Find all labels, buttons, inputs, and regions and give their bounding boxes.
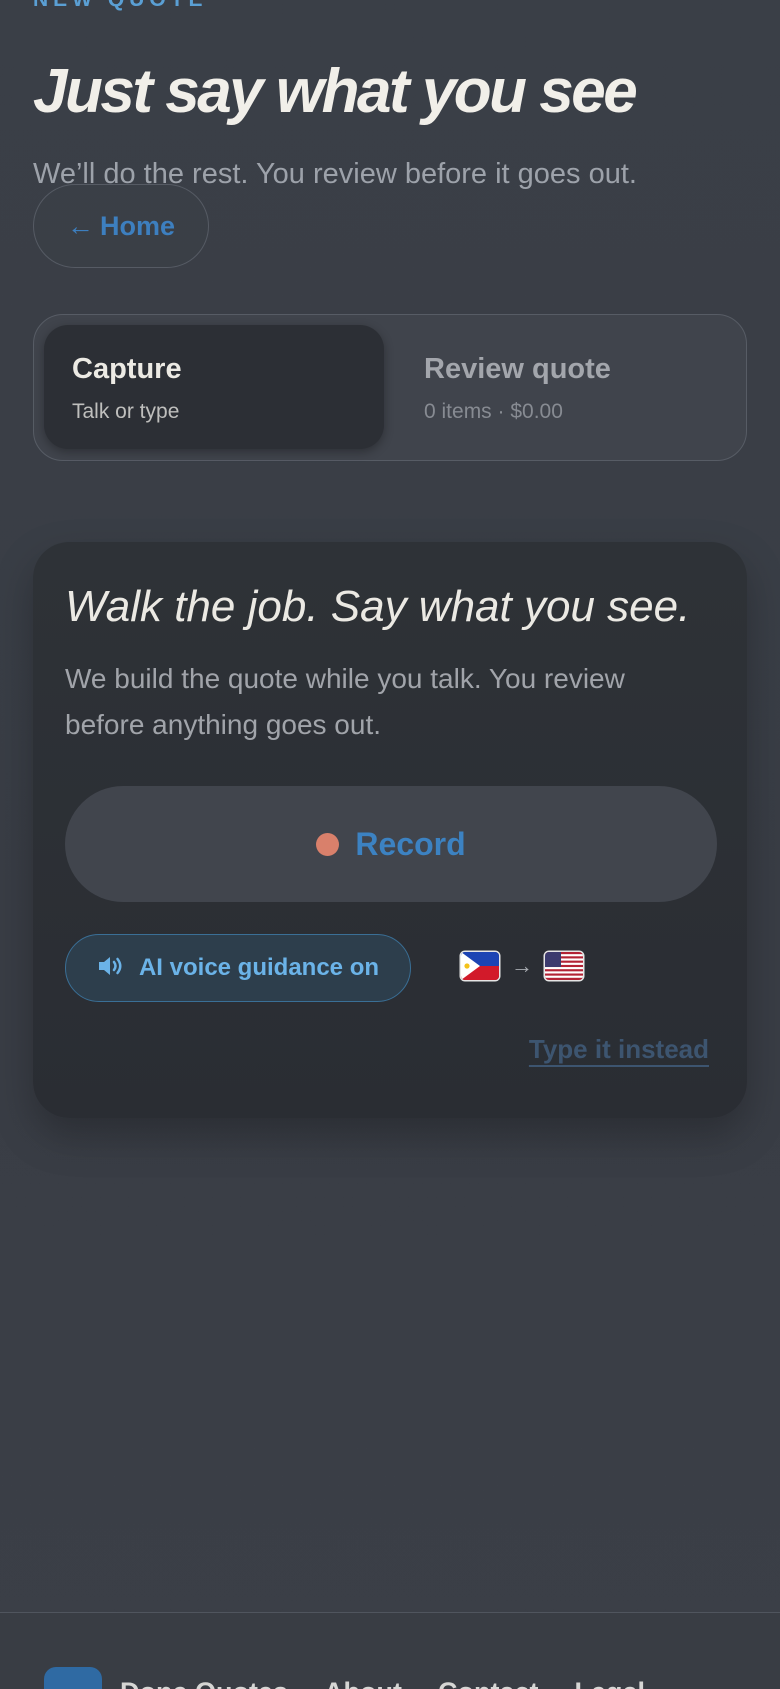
arrow-left-icon: ← (66, 210, 94, 241)
footer-link-contact[interactable]: Contact (438, 1677, 539, 1689)
capture-card-title: Walk the job. Say what you see. (65, 582, 691, 631)
page-title: Just say what you see (33, 57, 638, 126)
capture-card: Walk the job. Say what you see. We build… (33, 542, 747, 1118)
footer-link-about[interactable]: About (324, 1677, 402, 1689)
step-tab-subtitle: 0 items · $0.00 (424, 400, 563, 423)
eyebrow-label: NEW QUOTE (33, 0, 208, 12)
record-dot-icon (316, 832, 340, 856)
speaker-icon (97, 954, 125, 983)
footer-nav: Done Quotes About Contact Legal (120, 1677, 645, 1689)
home-button[interactable]: ← Home (33, 184, 209, 268)
footer-link-done-quotes[interactable]: Done Quotes (120, 1677, 288, 1689)
app-logo-icon[interactable] (44, 1667, 102, 1689)
record-button[interactable]: Record (65, 786, 717, 902)
record-button-label: Record (355, 825, 466, 862)
home-button-label: Home (99, 210, 175, 241)
step-tab-title: Review quote (424, 353, 611, 385)
step-tab-review-quote[interactable]: Review quote 0 items · $0.00 (396, 325, 736, 449)
voice-guidance-toggle[interactable]: AI voice guidance on (65, 934, 411, 1002)
type-instead-link[interactable]: Type it instead (529, 1034, 709, 1065)
capture-card-description: We build the quote while you talk. You r… (65, 663, 625, 740)
footer-link-legal[interactable]: Legal (574, 1677, 645, 1689)
step-tab-title: Capture (72, 353, 182, 385)
step-tab-subtitle: Talk or type (72, 400, 180, 423)
philippines-flag-icon (461, 952, 499, 980)
language-selector[interactable]: → (461, 952, 583, 980)
step-tabs: Capture Talk or type Review quote 0 item… (33, 314, 747, 461)
arrow-right-icon: → (511, 953, 533, 978)
step-tab-capture[interactable]: Capture Talk or type (44, 325, 384, 449)
voice-guidance-label: AI voice guidance on (138, 954, 380, 981)
us-flag-icon (545, 952, 583, 980)
footer: Done Quotes About Contact Legal (0, 1612, 780, 1689)
